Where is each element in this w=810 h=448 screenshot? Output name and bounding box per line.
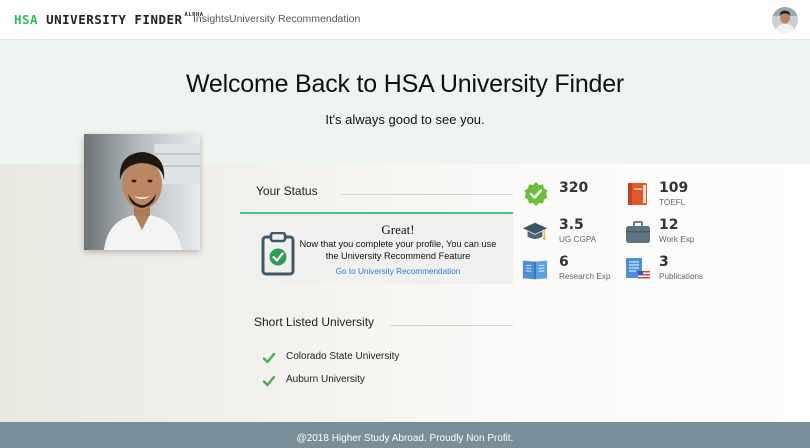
clipboard-check-icon [261,232,295,276]
stat-value-cgpa: 3.5 [559,217,584,233]
stat-label-toefl: TOEFL [659,198,686,207]
verified-badge-icon [524,182,548,206]
briefcase-icon [626,221,650,243]
brand-logo[interactable]: HSA UNIVERSITY FINDER ALPHA [14,12,204,27]
stat-label-publications: Publications [659,272,704,281]
brand-name: UNIVERSITY FINDER [46,12,183,27]
profile-photo [84,134,200,250]
stat-value-research-exp: 6 [559,254,569,270]
footer: @2018 Higher Study Abroad. Proudly Non P… [0,422,810,448]
check-icon [263,375,275,387]
shortlist-item[interactable]: Colorado State University [286,351,399,362]
shortlist-section-title: Short Listed University [254,315,375,329]
stat-value-gre: 320 [559,180,589,196]
stat-label-work-exp: Work Exp [659,235,695,244]
stat-value-publications: 3 [659,254,669,270]
stat-value-toefl: 109 [659,180,689,196]
page-subtitle: It's always good to see you. [325,112,485,127]
go-to-recommendation-link[interactable]: Go to University Recommendation [298,267,498,276]
page-title: Welcome Back to HSA University Finder [185,70,625,98]
top-nav: HSA UNIVERSITY FINDER ALPHA Insights Univ… [0,0,810,40]
status-card: Great! Now that you complete your profil… [240,212,513,284]
status-message: Now that you complete your profile, You … [299,239,497,261]
user-avatar[interactable] [772,7,798,33]
stat-label-cgpa: UG CGPA [559,235,597,244]
nav-link-university-recommendation[interactable]: University Recommendation [229,13,360,25]
footer-text: @2018 Higher Study Abroad. Proudly Non P… [296,433,514,444]
status-section-title: Your Status [256,184,318,198]
brand-hsa: HSA [14,12,39,27]
book-icon [628,183,647,205]
newspaper-icon [626,258,650,280]
shortlist-divider [390,325,513,326]
open-book-icon [522,260,548,280]
status-divider [340,194,513,195]
graduation-cap-icon [522,222,548,240]
stat-value-work-exp: 12 [659,217,679,233]
stat-label-research-exp: Research Exp [559,272,611,281]
shortlist-item[interactable]: Auburn University [286,374,365,385]
check-icon [263,352,275,364]
status-heading: Great! [381,222,415,237]
nav-link-insights[interactable]: Insights [193,13,229,25]
